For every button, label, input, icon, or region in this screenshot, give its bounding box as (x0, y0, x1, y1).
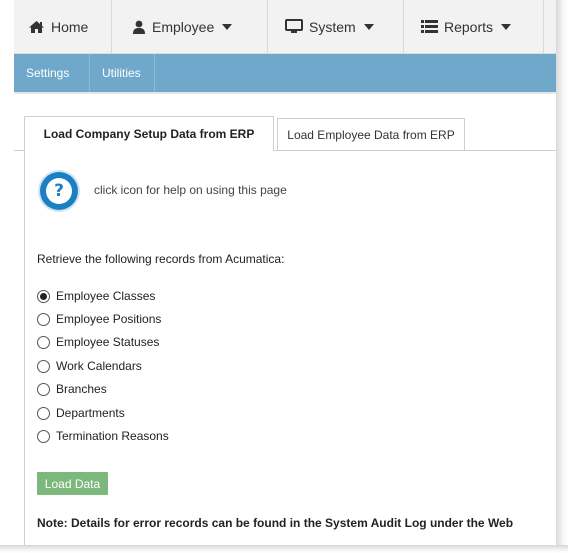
radio-label: Termination Reasons (56, 429, 169, 443)
nav-home[interactable]: Home (14, 0, 112, 53)
tab-load-employee-data[interactable]: Load Employee Data from ERP (277, 118, 465, 150)
nav-reports[interactable]: Reports (404, 0, 544, 53)
radio-employee-classes[interactable]: Employee Classes (37, 289, 155, 303)
window-shadow (0, 545, 568, 553)
radio-button[interactable] (37, 335, 50, 349)
nav-system[interactable]: System (268, 0, 404, 53)
radio-label: Work Calendars (56, 359, 142, 373)
nav-system-label: System (309, 18, 356, 35)
chevron-down-icon (501, 23, 512, 30)
radio-button[interactable] (37, 359, 50, 373)
radio-label: Employee Statuses (56, 335, 160, 349)
chevron-down-icon (222, 23, 233, 30)
instructions-label: Retrieve the following records from Acum… (37, 252, 285, 266)
subnav-utilities[interactable]: Utilities (90, 54, 155, 92)
radio-employee-positions[interactable]: Employee Positions (37, 312, 161, 326)
nav-employee-label: Employee (152, 18, 215, 35)
radio-selected-dot (40, 292, 47, 300)
home-icon (28, 20, 45, 34)
radio-employee-statuses[interactable]: Employee Statuses (37, 335, 159, 349)
radio-button[interactable] (37, 312, 50, 326)
radio-button[interactable] (37, 406, 50, 420)
note-text: Note: Details for error records can be f… (37, 516, 514, 530)
nav-reports-label: Reports (444, 18, 494, 35)
divider (14, 92, 556, 94)
radio-button[interactable] (37, 429, 50, 443)
radio-label: Employee Classes (56, 289, 156, 303)
panel-border (24, 150, 25, 545)
radio-button[interactable] (37, 289, 50, 303)
app-window: Home Employee System Reports Settings Ut… (0, 0, 568, 553)
radio-label: Employee Positions (56, 312, 162, 326)
radio-termination-reasons[interactable]: Termination Reasons (37, 429, 169, 443)
monitor-icon (285, 19, 303, 34)
nav-home-label: Home (51, 18, 89, 35)
chevron-down-icon (363, 23, 374, 30)
window-shadow (556, 0, 568, 553)
radio-departments[interactable]: Departments (37, 406, 125, 420)
active-tab-gap (25, 150, 273, 151)
nav-employee[interactable]: Employee (112, 0, 268, 53)
radio-branches[interactable]: Branches (37, 382, 107, 396)
radio-work-calendars[interactable]: Work Calendars (37, 359, 142, 373)
load-data-button[interactable]: Load Data (37, 472, 108, 495)
radio-button[interactable] (37, 382, 50, 396)
user-icon (132, 20, 146, 34)
help-text: click icon for help on using this page (94, 183, 287, 197)
subnav-settings[interactable]: Settings (14, 54, 90, 92)
help-icon[interactable]: ? (40, 172, 78, 210)
radio-label: Branches (56, 382, 107, 396)
tab-load-company-setup[interactable]: Load Company Setup Data from ERP (24, 116, 274, 150)
sub-navbar: Settings Utilities (14, 54, 556, 92)
question-mark-icon: ? (46, 178, 72, 204)
list-icon (421, 20, 438, 33)
top-navbar: Home Employee System Reports (14, 0, 556, 54)
radio-label: Departments (56, 406, 125, 420)
